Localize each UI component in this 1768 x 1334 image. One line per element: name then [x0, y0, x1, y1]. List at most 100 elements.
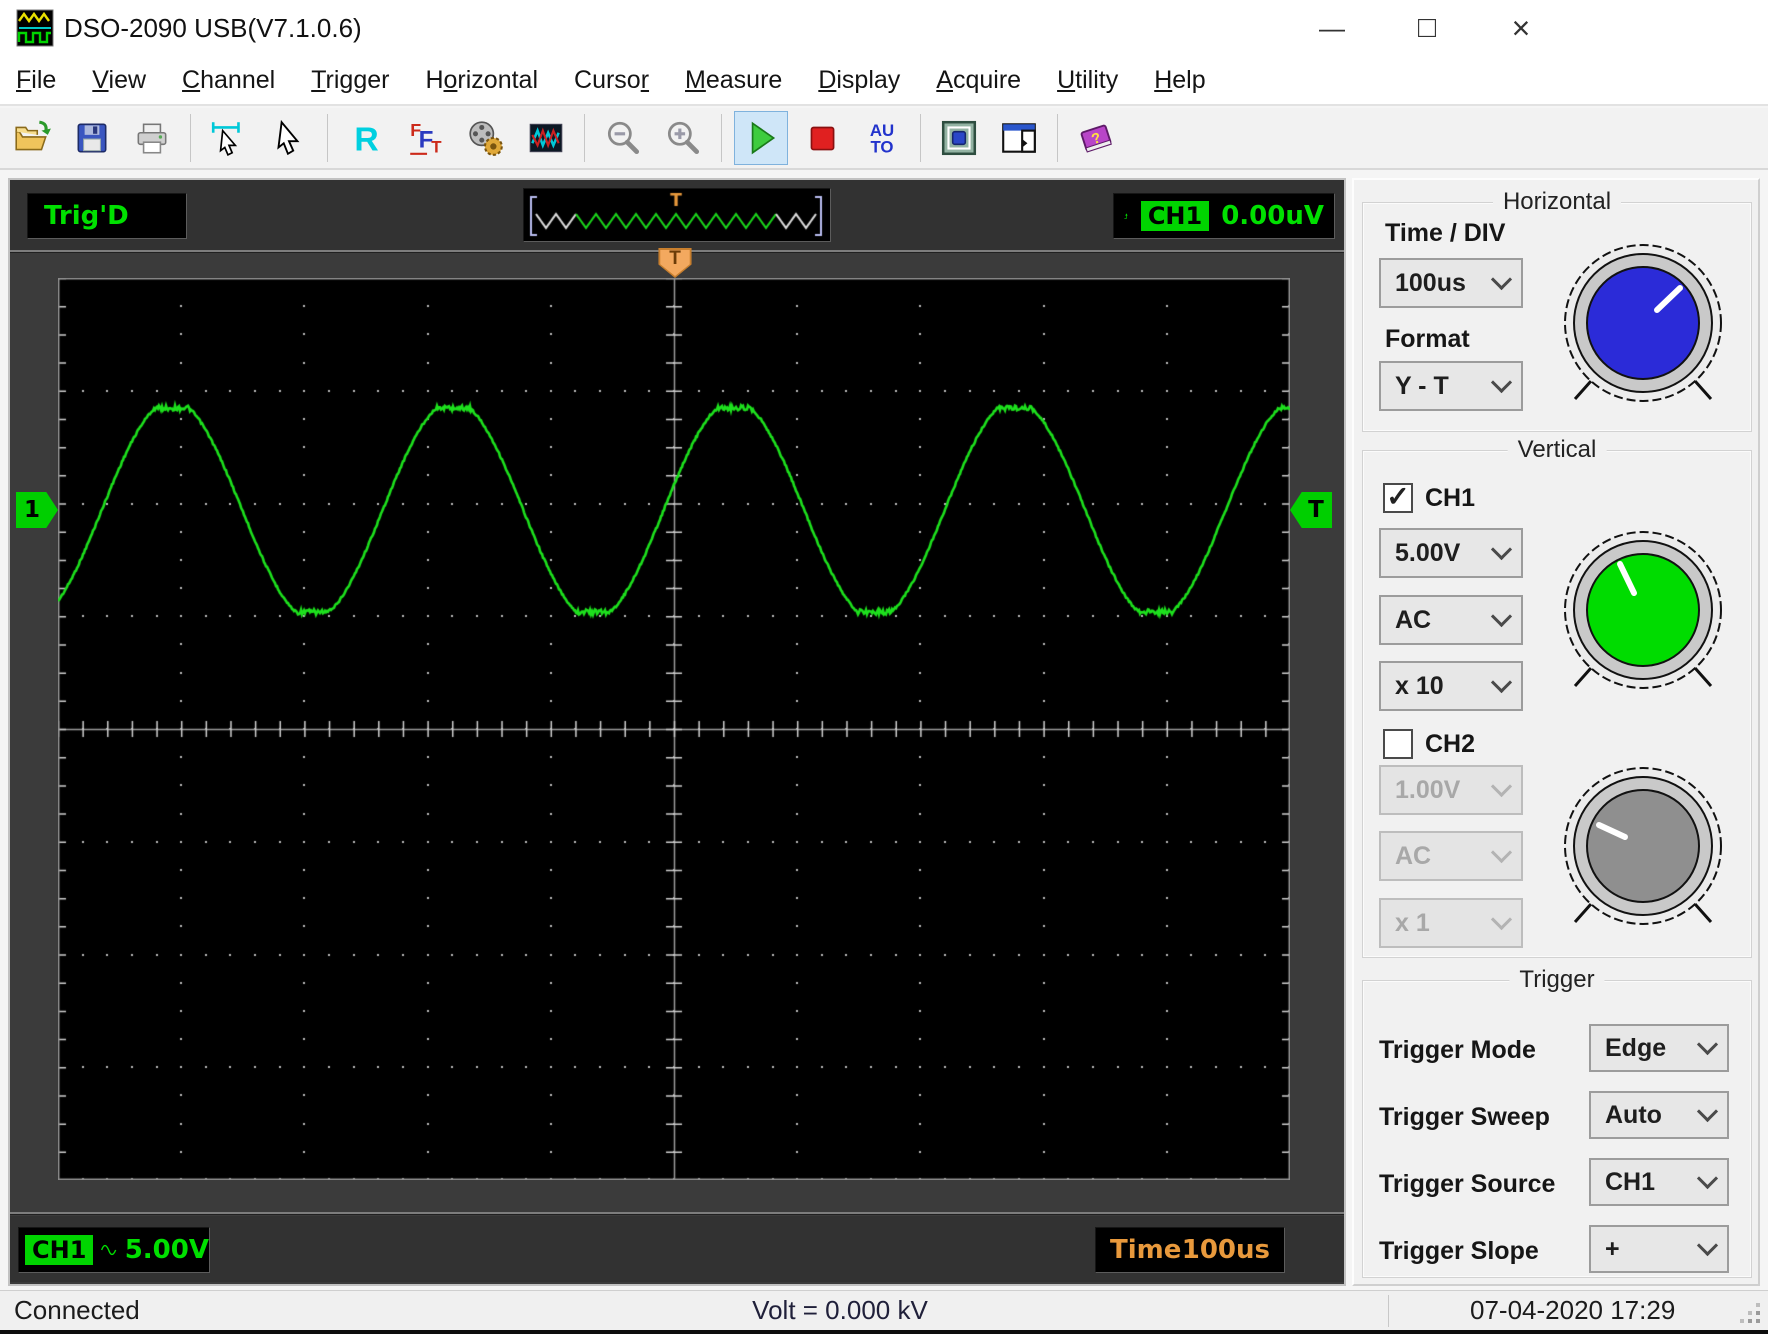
trigger-level-readout: 0.00uV — [1221, 201, 1324, 231]
control-panel: Horizontal Time / DIV 100us Format Y - T — [1352, 178, 1760, 1286]
open-file-button[interactable] — [6, 112, 58, 164]
menu-view[interactable]: View — [92, 66, 146, 95]
measure-cursor-icon — [211, 122, 240, 156]
menu-cursor[interactable]: Cursor — [574, 66, 649, 95]
zoom-out-button[interactable] — [597, 112, 649, 164]
menu-trigger[interactable]: Trigger — [311, 66, 389, 95]
toolbar-separator — [721, 114, 722, 162]
divider — [10, 1212, 1344, 1215]
trigger-source-select[interactable]: CH1 — [1589, 1158, 1729, 1206]
menu-display[interactable]: Display — [818, 66, 900, 95]
arrow-cursor-button[interactable] — [263, 112, 315, 164]
application-window: DSO-2090 USB(V7.1.0.6) — □ × File View Cha… — [0, 0, 1768, 1334]
trigger-slope-select[interactable]: + — [1589, 1225, 1729, 1273]
menu-horizontal[interactable]: Horizontal — [425, 66, 538, 95]
waveform-window-button[interactable] — [520, 112, 572, 164]
menu-bar: File View Channel Trigger Horizontal Cursor Me… — [0, 56, 1768, 106]
menu-help[interactable]: Help — [1154, 66, 1205, 95]
ch1-position-knob[interactable] — [1558, 525, 1728, 701]
status-bar: Connected Volt = 0.000 kV 07-04-2020 17:… — [0, 1290, 1768, 1331]
fft-icon: F F T — [410, 120, 442, 157]
full-screen-icon — [941, 120, 977, 156]
connection-status: Connected — [14, 1295, 140, 1325]
toolbar-separator — [1057, 114, 1058, 162]
title-bar: DSO-2090 USB(V7.1.0.6) — □ × — [0, 0, 1768, 56]
time-div-label: Time / DIV — [1385, 219, 1506, 247]
close-button[interactable]: × — [1489, 0, 1553, 56]
ch2-position-knob[interactable] — [1558, 761, 1728, 937]
record-preview-box — [523, 188, 831, 242]
menu-file[interactable]: File — [16, 66, 56, 95]
ch1-probe-select[interactable]: x 10 — [1379, 661, 1523, 711]
help-button[interactable]: ? — [1070, 112, 1122, 164]
vertical-group: Vertical ✓ CH1 5.00V AC x 10 CH2 1.00V A… — [1362, 436, 1752, 958]
auto-set-button[interactable]: AU TO — [856, 112, 908, 164]
panel-layout-button[interactable] — [993, 112, 1045, 164]
ch2-checkbox[interactable] — [1383, 729, 1413, 759]
start-button[interactable] — [734, 111, 788, 165]
volt-readout: Volt = 0.000 kV — [752, 1295, 928, 1325]
ch2-volts-select: 1.00V — [1379, 765, 1523, 815]
horizontal-knob[interactable] — [1558, 238, 1728, 414]
trigger-sweep-select[interactable]: Auto — [1589, 1091, 1729, 1139]
clipped-status-row: 0.0% 5.0 MB 0 MB/s 0 M — [0, 1330, 1768, 1334]
panel-window-icon — [1002, 123, 1036, 153]
resize-grip[interactable] — [1756, 1319, 1760, 1323]
ch1-ground-marker[interactable]: 1 — [16, 492, 58, 528]
trigger-source-badge: CH1 — [1140, 201, 1210, 231]
measure-cursor-button[interactable] — [203, 112, 255, 164]
ch1-settings-box: CH1 5.00V — [18, 1227, 210, 1273]
scope-display-area: Trig'D CH1 0.00uV T 1 T CH1 5.00V Time 1… — [8, 178, 1346, 1286]
svg-text:TO: TO — [870, 138, 893, 157]
format-select[interactable]: Y - T — [1379, 361, 1523, 411]
toolbar-separator — [190, 114, 191, 162]
stop-button[interactable] — [796, 112, 848, 164]
arrow-cursor-icon — [277, 119, 300, 156]
save-button[interactable] — [66, 112, 118, 164]
chevron-down-icon — [1490, 371, 1513, 393]
app-logo-icon — [16, 9, 54, 47]
vertical-group-title: Vertical — [1507, 436, 1607, 464]
floppy-disk-icon — [77, 123, 107, 153]
timebase-box: Time 100us — [1095, 1227, 1285, 1273]
maximize-button[interactable]: □ — [1395, 0, 1459, 56]
full-screen-button[interactable] — [933, 112, 985, 164]
chevron-down-icon — [1696, 1100, 1719, 1122]
time-div-select[interactable]: 100us — [1379, 258, 1523, 308]
rising-edge-icon — [1124, 213, 1128, 219]
menu-utility[interactable]: Utility — [1057, 66, 1118, 95]
trigger-level-marker[interactable]: T — [1290, 492, 1332, 528]
menu-measure[interactable]: Measure — [685, 66, 782, 95]
record-button[interactable] — [460, 112, 512, 164]
svg-text:T: T — [431, 138, 442, 157]
chevron-down-icon — [1490, 841, 1513, 863]
ch1-volts-select[interactable]: 5.00V — [1379, 528, 1523, 578]
status-separator — [1388, 1295, 1389, 1327]
chevron-down-icon — [1490, 268, 1513, 290]
print-button[interactable] — [126, 112, 178, 164]
fft-button[interactable]: F F T — [400, 112, 452, 164]
trigger-position-pointer[interactable]: T — [658, 248, 692, 278]
chevron-down-icon — [1490, 538, 1513, 560]
menu-channel[interactable]: Channel — [182, 66, 275, 95]
chevron-down-icon — [1696, 1167, 1719, 1189]
trigger-status-box: Trig'D — [27, 193, 187, 239]
chevron-down-icon — [1696, 1033, 1719, 1055]
ch2-checkbox-label: CH2 — [1425, 730, 1476, 758]
format-label: Format — [1385, 325, 1470, 353]
minimize-button[interactable]: — — [1300, 0, 1364, 56]
menu-acquire[interactable]: Acquire — [936, 66, 1021, 95]
refresh-r-button[interactable]: R — [340, 112, 392, 164]
trigger-mode-select[interactable]: Edge — [1589, 1024, 1729, 1072]
ch1-coupling-select[interactable]: AC — [1379, 595, 1523, 645]
ch1-checkbox[interactable]: ✓ — [1383, 483, 1413, 513]
toolbar-separator — [920, 114, 921, 162]
help-book-icon: ? — [1080, 124, 1112, 153]
datetime: 07-04-2020 17:29 — [1470, 1295, 1676, 1325]
scope-graticule — [58, 278, 1290, 1180]
toolbar: R F F T AU TO ? — [0, 108, 1768, 170]
zoom-in-button[interactable] — [657, 112, 709, 164]
horizontal-group-title: Horizontal — [1492, 188, 1622, 216]
ch1-checkbox-label: CH1 — [1425, 484, 1476, 512]
record-preview[interactable] — [524, 190, 828, 240]
